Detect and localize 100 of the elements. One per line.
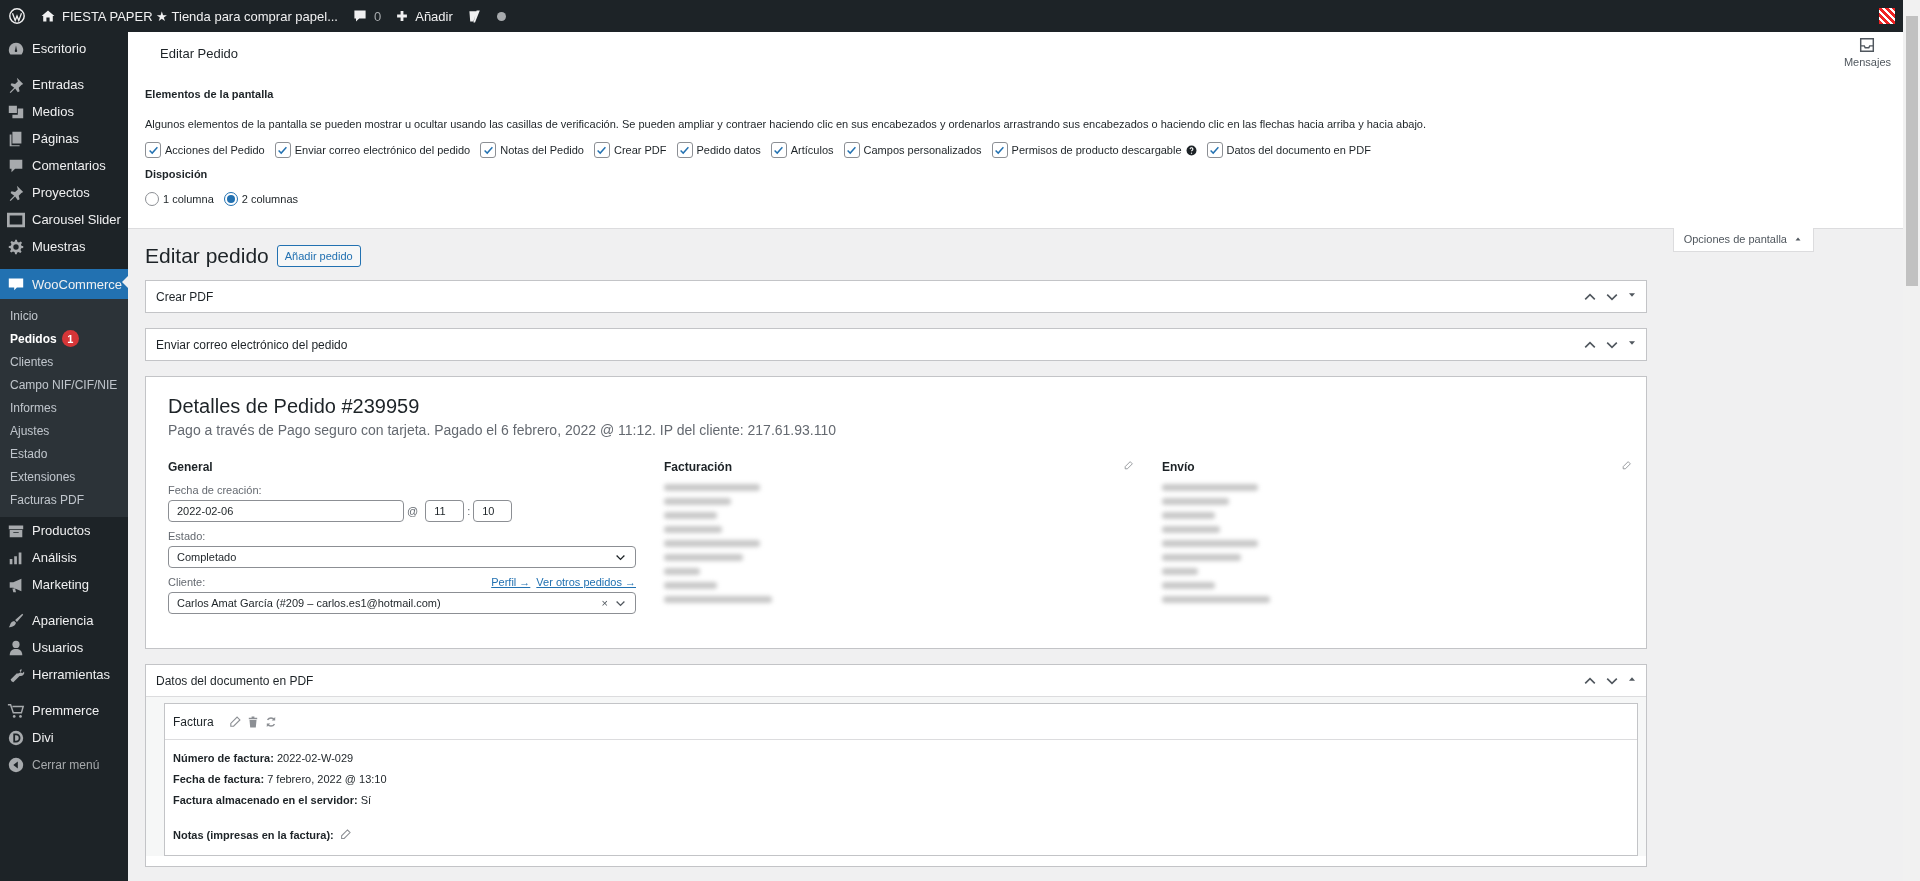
sidebar-item[interactable]: WooCommerce [0, 269, 128, 299]
sidebar-item[interactable]: Divi [0, 724, 128, 751]
sidebar-item[interactable]: Marketing [0, 571, 128, 598]
sidebar-item[interactable]: Muestras [0, 233, 128, 260]
checkbox[interactable] [676, 142, 693, 158]
submenu-item[interactable]: Pedidos 1 [0, 327, 128, 350]
column-heading: Envío [1162, 460, 1195, 474]
sidebar-item[interactable]: Premmerce [0, 697, 128, 724]
profile-link[interactable]: Perfil → [491, 576, 531, 588]
minute-field[interactable]: 10 [473, 500, 513, 522]
new-link[interactable]: Añadir [415, 8, 453, 24]
blurred-text [1162, 512, 1215, 519]
sidebar-item[interactable]: Escritorio [0, 35, 128, 62]
count-badge: 1 [61, 330, 79, 347]
checkbox-label[interactable]: Enviar correo electrónico del pedido [294, 144, 471, 156]
sidebar-item[interactable]: Medios [0, 98, 128, 125]
sidebar-item[interactable]: Usuarios [0, 634, 128, 661]
other-orders-link[interactable]: Ver otros pedidos → [536, 576, 636, 588]
radio-button[interactable] [145, 192, 159, 206]
time-separator: : [467, 505, 471, 517]
checkbox[interactable] [770, 142, 787, 158]
customer-select[interactable]: Carlos Amat García (#209 – carlos.es1@hotmail.com) × [168, 592, 636, 614]
sidebar-item[interactable]: Cerrar menú [0, 751, 128, 778]
submenu-item[interactable]: Facturas PDF [0, 488, 128, 511]
hour-field[interactable]: 11 [425, 500, 465, 522]
field-label: Fecha de creación: [168, 484, 262, 496]
sidebar-item[interactable]: Análisis [0, 544, 128, 571]
cart-icon [7, 701, 25, 720]
add-order-button[interactable]: Añadir pedido [276, 245, 361, 267]
sidebar-item[interactable]: Apariencia [0, 607, 128, 634]
checkbox-label[interactable]: Datos del documento en PDF [1226, 144, 1371, 156]
checkbox-label[interactable]: Acciones del Pedido [165, 144, 265, 156]
sidebar-item[interactable]: Productos [0, 517, 128, 544]
submenu-item[interactable]: Inicio [0, 304, 128, 327]
checkbox[interactable] [593, 142, 610, 158]
checkbox-label[interactable]: Notas del Pedido [500, 144, 584, 156]
status-dot-icon [496, 11, 506, 21]
comments-count[interactable]: 0 [374, 8, 382, 24]
wordpress-logo-icon [8, 7, 26, 25]
checkbox[interactable] [145, 142, 161, 158]
checkbox-label[interactable]: Permisos de producto descargable [1011, 144, 1182, 156]
blurred-text [1162, 568, 1198, 575]
speech-bubble-icon [352, 8, 368, 24]
checkbox-label[interactable]: Campos personalizados [863, 144, 982, 156]
plus-icon [395, 9, 410, 23]
screen-options-description: Algunos elementos de la pantalla se pueden mostrar u ocultar usando las casillas de verificación. Se pueden ampliar y contraer haciendo clic en sus encabezados y ordenarlos arrastrando sus encabezados o haciendo clic en las flechas hacia arriba y hacia abajo. [145, 118, 1428, 130]
pencil-icon [227, 714, 242, 729]
blurred-text [664, 526, 722, 533]
checkbox-label[interactable]: Crear PDF [613, 144, 667, 156]
pencil-icon [1123, 460, 1134, 471]
sidebar-item[interactable]: Páginas [0, 125, 128, 152]
radio-button[interactable] [223, 192, 238, 206]
inbox-icon [1858, 36, 1877, 54]
sidebar-item[interactable]: Entradas [0, 71, 128, 98]
submenu-item[interactable]: Informes [0, 396, 128, 419]
blurred-text [664, 512, 717, 519]
page-title: Editar pedido [145, 244, 269, 268]
page-header-title: Editar Pedido [160, 46, 239, 61]
sidebar-item[interactable]: Herramientas [0, 661, 128, 688]
user-avatar-icon[interactable] [1879, 8, 1895, 24]
clear-icon[interactable]: × [601, 597, 608, 609]
postbox-title[interactable]: Enviar correo electrónico del pedido [156, 337, 348, 352]
submenu-item[interactable]: Extensiones [0, 465, 128, 488]
radio-label[interactable]: 1 columna [163, 193, 214, 205]
column-heading: General [168, 460, 213, 474]
checkbox[interactable] [843, 142, 860, 158]
pin-icon [7, 75, 25, 94]
checkbox-label[interactable]: Artículos [790, 144, 834, 156]
order-title: Detalles de Pedido #239959 [168, 395, 421, 418]
blurred-text [1162, 526, 1220, 533]
status-select[interactable]: Completado [168, 546, 636, 568]
sidebar-item[interactable]: Carousel Slider [0, 206, 128, 233]
seo-plugin-icon [466, 8, 483, 24]
messages-button[interactable]: Mensajes [1843, 36, 1891, 68]
checkbox[interactable] [1206, 142, 1223, 158]
field-label: Cliente: [168, 576, 206, 588]
postbox-title[interactable]: Datos del documento en PDF [156, 673, 314, 688]
checkbox[interactable] [274, 142, 291, 158]
invoice-detail: Fecha de factura: 7 febrero, 2022 @ 13:10 [173, 773, 388, 785]
date-field[interactable]: 2022-02-06 [168, 500, 404, 522]
at-sign: @ [407, 505, 419, 517]
collapse-icon [7, 755, 25, 774]
submenu-item[interactable]: Estado [0, 442, 128, 465]
checkbox[interactable] [480, 142, 497, 158]
postbox-title[interactable]: Crear PDF [156, 289, 214, 304]
submenu-item[interactable]: Clientes [0, 350, 128, 373]
pencil-icon [1621, 460, 1632, 471]
sidebar-item[interactable]: Comentarios [0, 152, 128, 179]
site-title-link[interactable]: FIESTA PAPER ★ Tienda para comprar papel... [62, 8, 338, 24]
screen-options-tab[interactable]: Opciones de pantalla [1672, 228, 1814, 252]
invoice-detail: Factura almacenado en el servidor: Sí [173, 794, 373, 806]
checkbox[interactable] [991, 142, 1008, 158]
submenu-item[interactable]: Campo NIF/CIF/NIE [0, 373, 128, 396]
checkbox-label[interactable]: Pedido datos [696, 144, 761, 156]
order-subtitle: Pago a través de Pago seguro con tarjeta. Pagado el 6 febrero, 2022 @ 11:12. IP del cliente: 217.61.93.110 [168, 422, 837, 438]
submenu-item[interactable]: Ajustes [0, 419, 128, 442]
pencil-icon [338, 828, 352, 841]
sidebar-item[interactable]: Proyectos [0, 179, 128, 206]
radio-label[interactable]: 2 columnas [241, 193, 299, 205]
paintbrush-icon [7, 611, 25, 630]
